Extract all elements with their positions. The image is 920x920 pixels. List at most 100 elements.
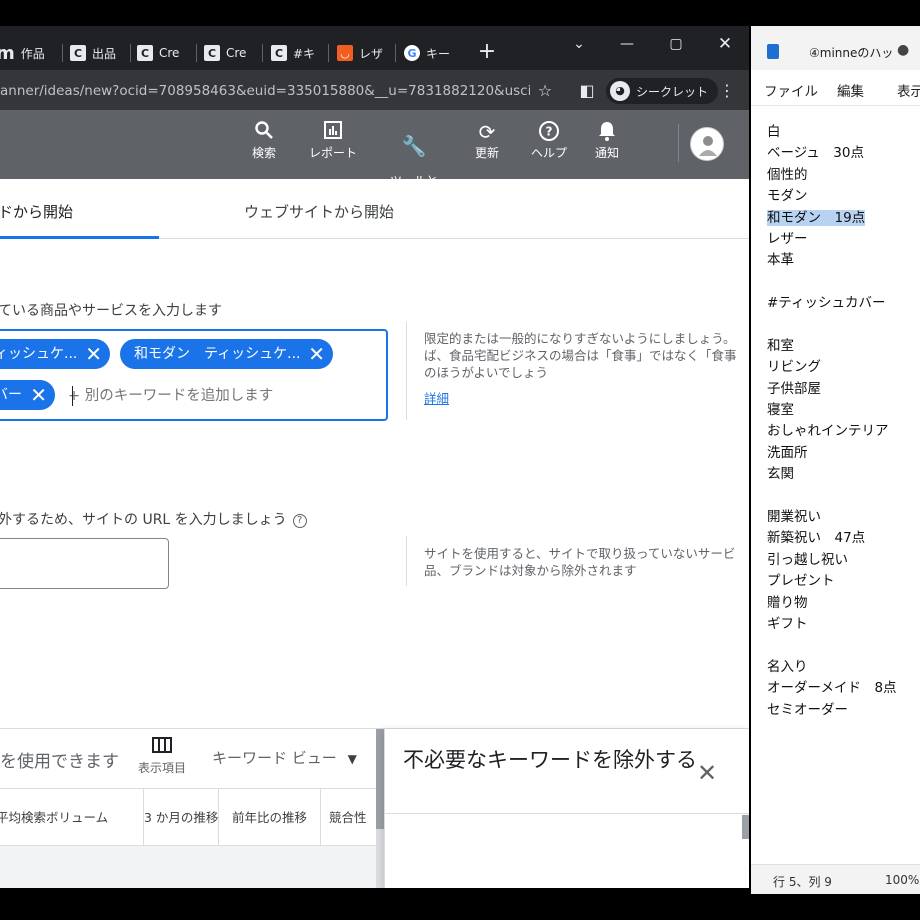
menu-view[interactable]: 表示: [897, 80, 920, 100]
browser-tab-label: 作品: [20, 46, 45, 61]
tab-strip: m 作品 C 出品 C Cre C Cre C #キ ◡ レザ G キー + ⌄…: [0, 26, 749, 70]
notepad-line: 引っ越し祝い: [767, 550, 917, 571]
google-icon: G: [404, 45, 420, 61]
browser-tab[interactable]: C 出品: [70, 38, 126, 68]
notepad-line-text: ベージュ 30点: [767, 145, 864, 162]
maximize-icon[interactable]: ▢: [662, 32, 690, 56]
shop-icon: ◡: [337, 45, 353, 61]
notepad-line-text: 寝室: [767, 402, 794, 419]
site-url-input[interactable]: [0, 538, 169, 589]
tab-start-with-keywords[interactable]: ドから開始: [0, 201, 73, 222]
side-panel-icon[interactable]: ◧: [576, 78, 598, 104]
incognito-indicator[interactable]: ◕ シークレット: [606, 78, 719, 104]
vertical-scrollbar[interactable]: [376, 729, 384, 888]
products-label: ている商品やサービスを入力します: [0, 303, 222, 319]
c-letter-icon: C: [137, 45, 153, 61]
nav-help-button[interactable]: ? ヘルプ: [519, 120, 579, 160]
notepad-line: プレゼント: [767, 571, 917, 592]
menu-edit[interactable]: 編集: [837, 80, 864, 100]
new-tab-button[interactable]: +: [476, 38, 498, 66]
tab-separator: [130, 44, 131, 62]
notepad-line-text: 開業祝い: [767, 509, 821, 526]
tab-search-icon[interactable]: ⌄: [565, 32, 593, 56]
account-avatar[interactable]: [690, 127, 724, 161]
text-caret: [72, 386, 73, 406]
chip-remove-icon[interactable]: ✕: [308, 339, 325, 369]
nav-refresh-button[interactable]: ⟳ 更新: [457, 120, 517, 160]
notepad-line: 洗面所: [767, 443, 917, 464]
nav-label: 更新: [474, 146, 499, 160]
notepad-line: 白: [767, 122, 917, 143]
browser-tab[interactable]: C #キ: [271, 38, 323, 68]
columns-label: 表示項目: [137, 761, 186, 775]
column-header[interactable]: 3 か月の推移: [144, 789, 219, 847]
notepad-line: 開業祝い: [767, 507, 917, 528]
column-header[interactable]: 前年比の推移: [219, 789, 321, 847]
notepad-line-text: 玄関: [767, 466, 794, 483]
keyword-input[interactable]: [68, 384, 368, 408]
planner-tabs: ドから開始 ウェブサイトから開始: [0, 179, 749, 239]
notepad-line-text: ギフト: [767, 615, 808, 632]
notepad-line-text: 贈り物: [767, 594, 808, 611]
active-tab-indicator: [0, 236, 159, 239]
chrome-menu-icon[interactable]: ⋮: [716, 78, 738, 104]
desktop: m 作品 C 出品 C Cre C Cre C #キ ◡ レザ G キー + ⌄…: [0, 0, 920, 920]
column-header[interactable]: 平均検索ボリューム: [0, 789, 144, 847]
column-header[interactable]: 競合性: [321, 789, 381, 847]
keyword-chip[interactable]: ィッシュケ... ✕: [0, 339, 110, 369]
browser-tab[interactable]: m 作品: [0, 38, 52, 68]
keyword-chip[interactable]: バー ✕: [0, 380, 55, 410]
columns-button[interactable]: 表示項目: [132, 737, 192, 776]
notepad-line: おしゃれインテリア: [767, 421, 917, 442]
bell-icon: [577, 120, 637, 144]
keyword-chip[interactable]: 和モダン ティッシュケ... ✕: [120, 339, 333, 369]
address-bar[interactable]: anner/ideas/new?ocid=708958463&euid=3350…: [0, 78, 530, 104]
notepad-line-text: 和モダン 19点: [767, 209, 866, 226]
notepad-line-text: 和室: [767, 337, 794, 354]
browser-tab-active[interactable]: G キー: [404, 38, 460, 68]
notepad-line: レザー: [767, 229, 917, 250]
notepad-line-text: オーダーメイド 8点: [767, 680, 897, 697]
c-letter-icon: C: [271, 45, 287, 61]
results-panel: を使用できます 表示項目 キーワード ビュー ▼ 平均検索ボリューム 3 か月の…: [0, 729, 376, 888]
nav-report-button[interactable]: レポート: [303, 120, 363, 160]
close-icon[interactable]: ✕: [711, 32, 739, 56]
help-divider: [406, 322, 407, 420]
keyword-view-select[interactable]: キーワード ビュー ▼: [212, 747, 357, 768]
details-link[interactable]: 詳細: [424, 388, 449, 407]
panel-divider: [385, 813, 749, 814]
tab-start-with-website[interactable]: ウェブサイトから開始: [244, 201, 394, 222]
keyword-view-label: キーワード ビュー: [212, 749, 337, 767]
menu-file[interactable]: ファイル: [764, 80, 818, 100]
keyword-help-text: 限定的または一般的になりすぎないようにしましょう。 ば、食品宅配ビジネスの場合は…: [424, 330, 737, 381]
nav-notifications-button[interactable]: 通知: [577, 120, 637, 160]
notepad-line: 個性的: [767, 165, 917, 186]
info-icon[interactable]: ?: [292, 514, 307, 528]
notepad-text-area[interactable]: 白ベージュ 30点 個性的 モダン 和モダン 19点 レザー 本革 #ティッシュカバー 和室リ…: [767, 122, 917, 721]
chip-remove-icon[interactable]: ✕: [85, 339, 102, 369]
help-line: のほうがよいでしょう: [424, 365, 549, 380]
notepad-line: 子供部屋: [767, 379, 917, 400]
scrollbar-thumb[interactable]: [376, 729, 384, 829]
browser-tab[interactable]: C Cre: [137, 38, 189, 68]
cursor-position: 行 5、列 9: [773, 875, 832, 889]
nav-search-button[interactable]: 検索: [234, 120, 294, 160]
browser-tab[interactable]: C Cre: [204, 38, 258, 68]
nav-label: 検索: [251, 146, 276, 160]
nav-label: ヘルプ: [530, 146, 567, 160]
bookmark-star-icon[interactable]: ☆: [534, 78, 556, 104]
nav-label: レポート: [308, 146, 357, 160]
close-icon[interactable]: ✕: [697, 759, 717, 787]
minimize-icon[interactable]: —: [613, 32, 641, 56]
notepad-line-text: レザー: [767, 230, 808, 247]
dropdown-arrow-icon: ▼: [347, 752, 357, 766]
c-letter-icon: C: [70, 45, 86, 61]
notepad-tab-title[interactable]: ④minneのハッ: [809, 44, 893, 61]
chip-remove-icon[interactable]: ✕: [30, 380, 47, 410]
nav-label: 通知: [594, 146, 619, 160]
results-area: を使用できます 表示項目 キーワード ビュー ▼ 平均検索ボリューム 3 か月の…: [0, 728, 749, 888]
browser-tab[interactable]: ◡ レザ: [337, 38, 389, 68]
vertical-scrollbar[interactable]: [742, 815, 749, 839]
notepad-line: #ティッシュカバー: [767, 293, 917, 314]
help-line: 限定的または一般的になりすぎないようにしましょう。: [424, 331, 736, 346]
